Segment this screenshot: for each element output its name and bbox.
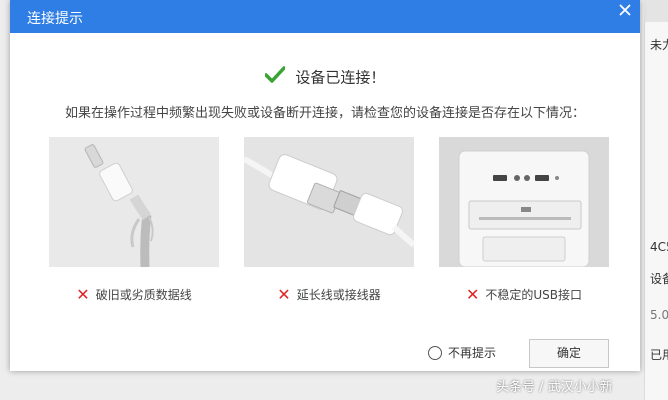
issue-caption: ✕ 破旧或劣质数据线	[49, 285, 219, 304]
issue-caption: ✕ 不稳定的USB接口	[439, 285, 609, 304]
status-heading: 设备已连接！	[10, 66, 640, 88]
error-x-icon: ✕	[465, 285, 480, 304]
background-text: 5.0	[650, 308, 668, 322]
screen: 未力 4C5 设备 5.0 已用 连接提示 设备已连接！ 如果在操作过程中频繁出…	[0, 0, 668, 400]
broken-cable-image	[49, 137, 219, 267]
dialog-titlebar: 连接提示	[10, 0, 640, 33]
heading-text: 设备已连接！	[295, 68, 386, 87]
background-text: 设备	[650, 272, 668, 286]
watermark: 头条号 / 武汉小小新	[496, 380, 613, 395]
instruction-text: 如果在操作过程中频繁出现失败或设备断开连接，请检查您的设备连接是否存在以下情况：	[64, 106, 585, 121]
issue-caption: ✕ 延长线或接线器	[244, 285, 414, 304]
dont-show-again-option[interactable]: 不再提示	[428, 344, 496, 361]
issue-label: 延长线或接线器	[296, 288, 381, 302]
close-icon[interactable]	[610, 0, 640, 20]
ok-button[interactable]: 确定	[529, 339, 609, 368]
dialog-title: 连接提示	[27, 11, 83, 27]
background-text: 已用	[650, 348, 668, 362]
issue-label: 不稳定的USB接口	[485, 288, 583, 302]
background-header	[644, 0, 668, 22]
computer-usb-port-image	[439, 137, 609, 267]
error-x-icon: ✕	[277, 285, 291, 304]
connection-prompt-dialog: 连接提示 设备已连接！ 如果在操作过程中频繁出现失败或设备断开连接，请检查您的设…	[10, 0, 640, 371]
dont-show-again-label: 不再提示	[448, 346, 497, 360]
checkmark-icon	[263, 66, 286, 88]
background-panel	[644, 0, 668, 400]
issue-label: 破旧或劣质数据线	[95, 288, 192, 302]
background-text: 4C5	[650, 240, 668, 254]
error-x-icon: ✕	[76, 285, 90, 304]
dont-show-again-radio[interactable]	[428, 345, 442, 360]
background-text: 未力	[650, 38, 668, 52]
extension-cable-image	[244, 137, 414, 267]
